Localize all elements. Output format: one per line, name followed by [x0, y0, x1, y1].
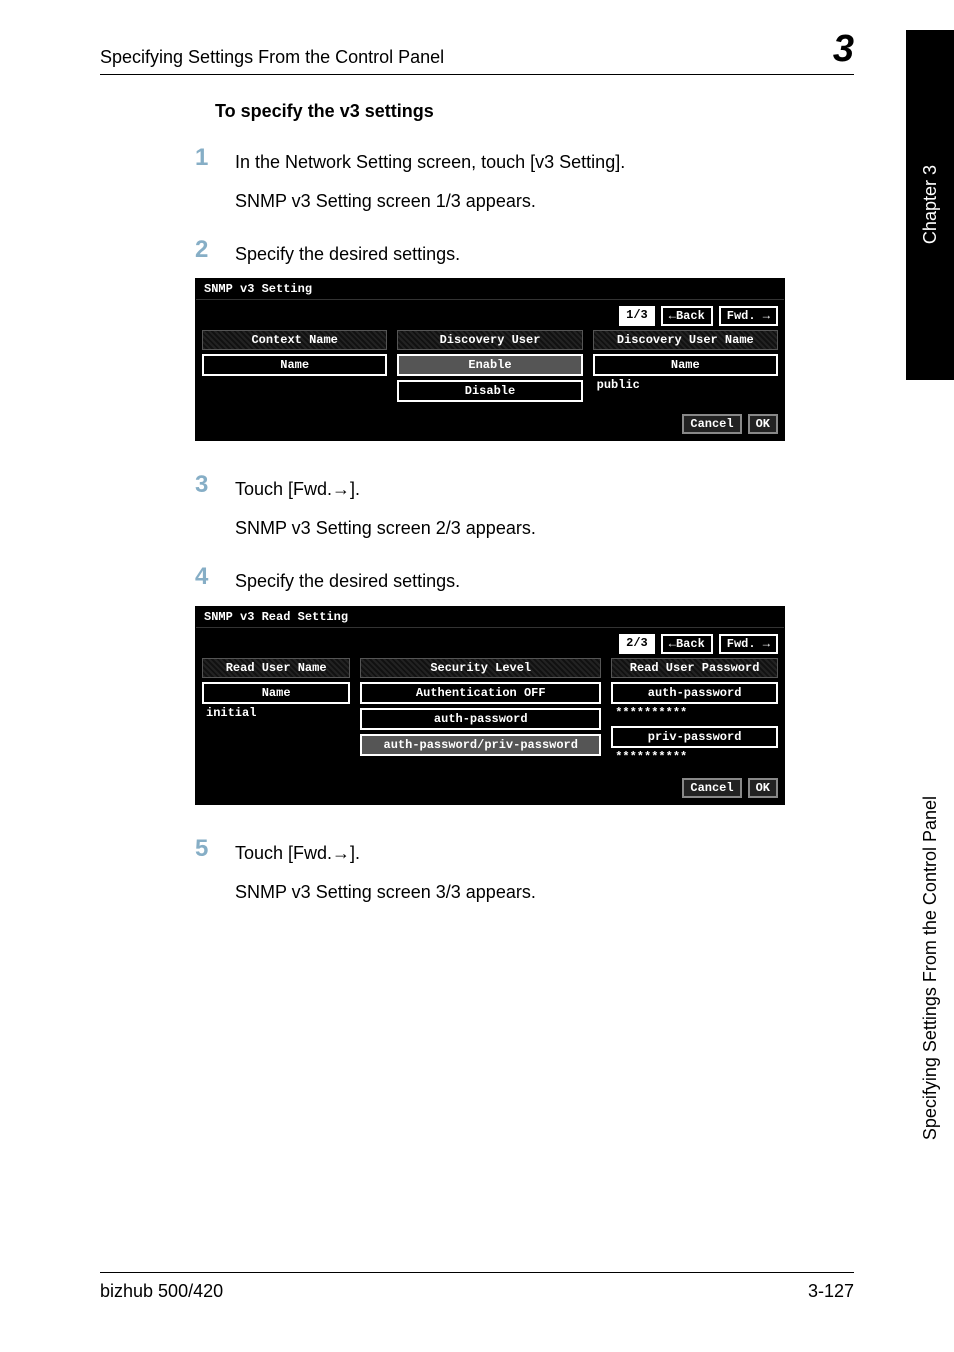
header-chapter-number: 3 — [833, 30, 854, 68]
step-subtext: SNMP v3 Setting screen 2/3 appears. — [235, 514, 854, 543]
fwd-button[interactable]: Fwd. → — [719, 306, 778, 326]
page-footer: bizhub 500/420 3-127 — [100, 1272, 854, 1302]
discovery-user-name-button[interactable]: Name — [593, 354, 778, 376]
security-level-header: Security Level — [360, 658, 601, 678]
screenshot-title: SNMP v3 Setting — [196, 279, 784, 300]
step-1: 1 In the Network Setting screen, touch [… — [195, 144, 854, 177]
header-title: Specifying Settings From the Control Pan… — [100, 47, 444, 68]
section-heading: To specify the v3 settings — [215, 101, 854, 122]
cancel-button[interactable]: Cancel — [682, 414, 741, 434]
step-3: 3 Touch [Fwd.→]. — [195, 471, 854, 504]
step-text: Specify the desired settings. — [235, 563, 460, 596]
disable-button[interactable]: Disable — [397, 380, 582, 402]
priv-password-field-button[interactable]: priv-password — [611, 726, 778, 748]
back-button[interactable]: ←Back — [661, 634, 713, 654]
footer-page: 3-127 — [808, 1281, 854, 1302]
step-text: Specify the desired settings. — [235, 236, 460, 269]
discovery-user-header: Discovery User — [397, 330, 582, 350]
priv-password-value: ********** — [611, 748, 778, 766]
step-4: 4 Specify the desired settings. — [195, 563, 854, 596]
screenshot-title: SNMP v3 Read Setting — [196, 607, 784, 628]
cancel-button[interactable]: Cancel — [682, 778, 741, 798]
step-number: 3 — [195, 471, 235, 499]
side-chapter-label: Chapter 3 — [920, 165, 941, 244]
ok-button[interactable]: OK — [748, 778, 778, 798]
screenshot-snmp-v3-setting: SNMP v3 Setting 1/3 ←Back Fwd. → Context… — [195, 278, 785, 441]
side-title-label: Specifying Settings From the Control Pan… — [920, 796, 941, 1140]
read-user-name-button[interactable]: Name — [202, 682, 350, 704]
step-subtext: SNMP v3 Setting screen 1/3 appears. — [235, 187, 854, 216]
read-user-password-header: Read User Password — [611, 658, 778, 678]
step-number: 1 — [195, 144, 235, 172]
auth-password-button[interactable]: auth-password — [360, 708, 601, 730]
step-number: 5 — [195, 835, 235, 863]
step-text: Touch [Fwd.→]. — [235, 835, 360, 868]
auth-password-value: ********** — [611, 704, 778, 722]
side-chapter-box: Chapter 3 — [906, 30, 954, 380]
page-counter: 2/3 — [619, 634, 655, 654]
footer-model: bizhub 500/420 — [100, 1281, 223, 1302]
fwd-button[interactable]: Fwd. → — [719, 634, 778, 654]
discovery-user-name-header: Discovery User Name — [593, 330, 778, 350]
context-name-header: Context Name — [202, 330, 387, 350]
step-text: Touch [Fwd.→]. — [235, 471, 360, 504]
enable-button[interactable]: Enable — [397, 354, 582, 376]
step-subtext: SNMP v3 Setting screen 3/3 appears. — [235, 878, 854, 907]
context-name-button[interactable]: Name — [202, 354, 387, 376]
side-title-container: Specifying Settings From the Control Pan… — [920, 380, 941, 1160]
ok-button[interactable]: OK — [748, 414, 778, 434]
auth-priv-password-button[interactable]: auth-password/priv-password — [360, 734, 601, 756]
auth-off-button[interactable]: Authentication OFF — [360, 682, 601, 704]
step-2: 2 Specify the desired settings. — [195, 236, 854, 269]
auth-password-field-button[interactable]: auth-password — [611, 682, 778, 704]
step-number: 4 — [195, 563, 235, 591]
read-user-name-header: Read User Name — [202, 658, 350, 678]
read-user-name-value: initial — [202, 704, 350, 722]
step-number: 2 — [195, 236, 235, 264]
page-counter: 1/3 — [619, 306, 655, 326]
screenshot-snmp-v3-read-setting: SNMP v3 Read Setting 2/3 ←Back Fwd. → Re… — [195, 606, 785, 805]
step-text: In the Network Setting screen, touch [v3… — [235, 144, 625, 177]
back-button[interactable]: ←Back — [661, 306, 713, 326]
side-tab: Chapter 3 Specifying Settings From the C… — [906, 30, 954, 1160]
discovery-user-name-value: public — [593, 376, 778, 394]
page-header: Specifying Settings From the Control Pan… — [100, 30, 854, 75]
step-5: 5 Touch [Fwd.→]. — [195, 835, 854, 868]
